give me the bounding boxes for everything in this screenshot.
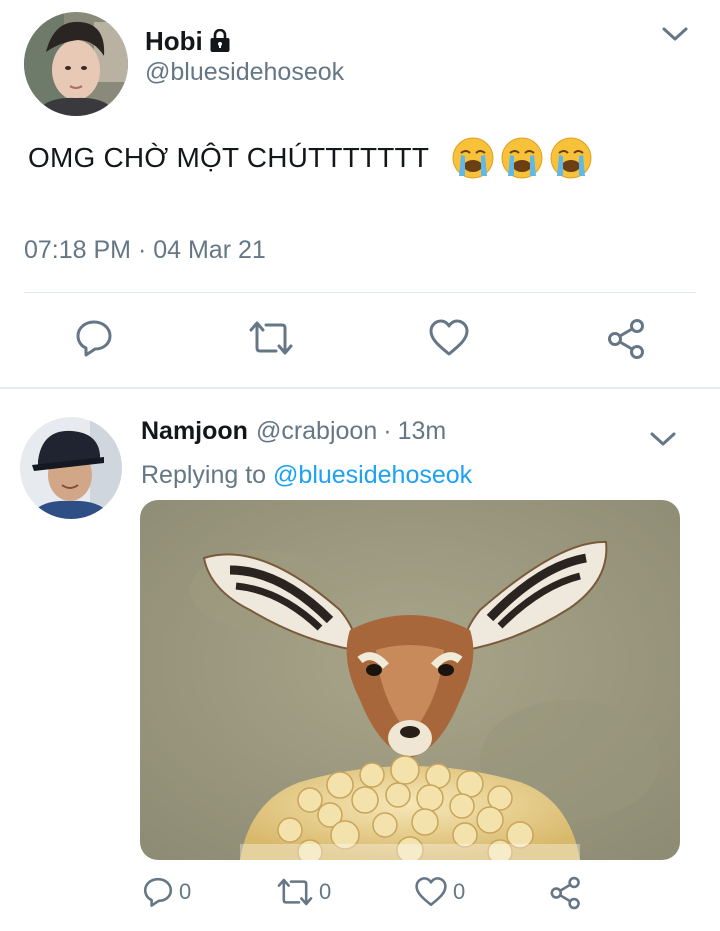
like-button[interactable] [428,318,470,358]
tweet-timestamp[interactable]: 07:18 PM · 04 Mar 21 [24,236,266,265]
replying-prefix: Replying to [141,461,267,489]
display-name[interactable]: Namjoon [141,417,248,446]
reply-button[interactable]: 0 [142,876,191,908]
relative-time[interactable]: 13m [398,417,447,446]
main-tweet: Hobi @bluesidehoseok OMG CHỜ MỘT CHÚTTTT… [0,0,720,388]
heart-icon [429,319,469,356]
like-button[interactable]: 0 [414,876,465,908]
media-gif[interactable] [140,500,680,860]
lock-icon [209,29,231,53]
share-icon [608,319,644,359]
retweet-button[interactable] [248,318,294,358]
chevron-down-icon[interactable] [648,427,678,456]
replying-to-line: Replying to @bluesidehoseok [141,461,472,490]
crying-face-icon [550,137,592,179]
crying-face-icon [501,137,543,179]
share-button[interactable] [549,876,583,910]
display-name[interactable]: Hobi [145,26,203,57]
retweet-button[interactable]: 0 [276,876,331,908]
replying-to-link[interactable]: @bluesidehoseok [273,461,472,489]
avatar[interactable] [20,417,122,519]
user-handle[interactable]: @crabjoon [256,417,377,446]
retweet-count: 0 [319,879,332,904]
avatar[interactable] [24,12,128,116]
reply-tweet[interactable]: Namjoon @crabjoon · 13m Replying to @blu… [0,389,720,931]
divider [24,292,696,293]
chevron-down-icon[interactable] [660,22,690,51]
tweet-body: OMG CHỜ MỘT CHÚTTTTTTT [28,142,430,173]
heart-icon [415,877,447,907]
retweet-icon [249,321,293,355]
reply-button[interactable] [74,318,114,358]
like-count: 0 [453,879,466,904]
emoji-group [451,136,593,180]
retweet-icon [277,878,313,906]
reply-icon [76,320,112,357]
reply-header: Namjoon @crabjoon · 13m [141,417,446,446]
separator: · [383,417,392,445]
tweet-text: OMG CHỜ MỘT CHÚTTTTTTT [28,136,593,180]
share-button[interactable] [606,318,648,360]
user-handle[interactable]: @bluesidehoseok [145,58,344,87]
reply-icon [143,877,173,907]
reply-count: 0 [179,879,192,904]
crying-face-icon [452,137,494,179]
share-icon [550,876,580,910]
